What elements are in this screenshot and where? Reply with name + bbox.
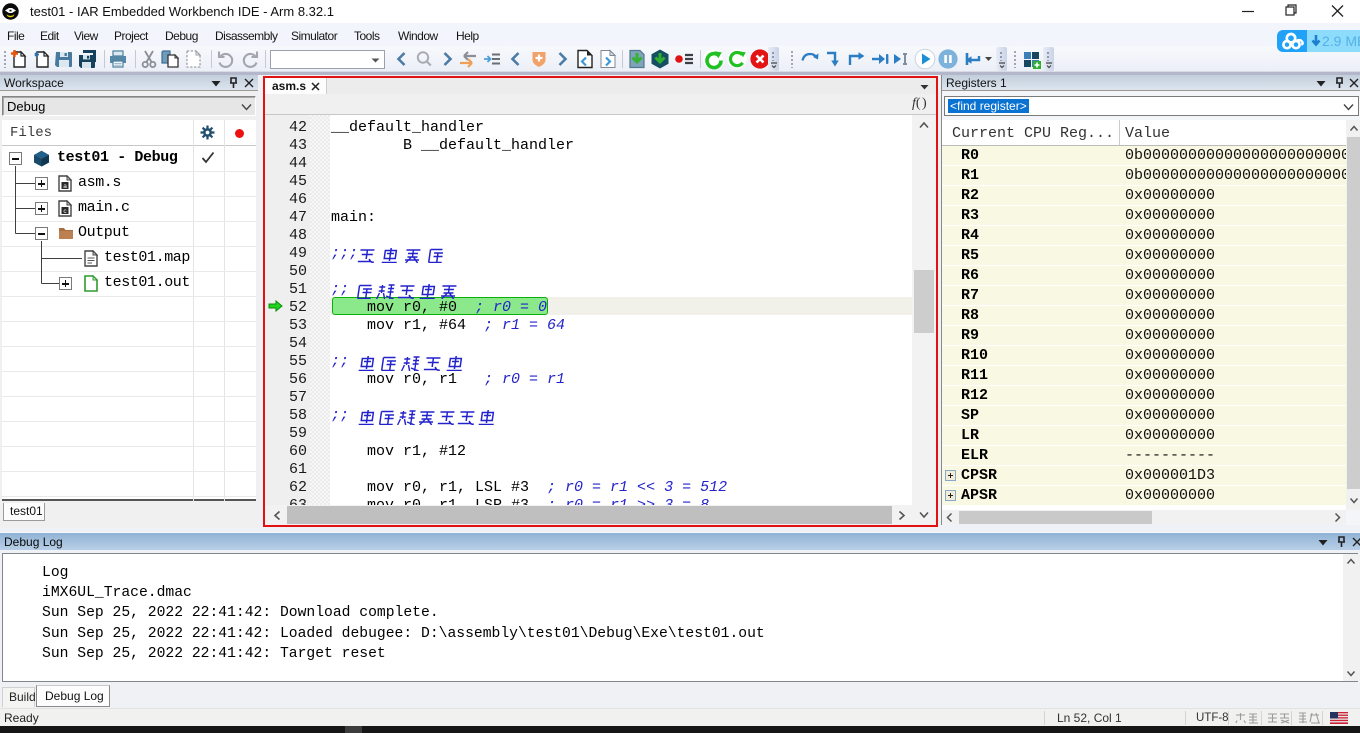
svg-text:a: a — [63, 183, 67, 190]
